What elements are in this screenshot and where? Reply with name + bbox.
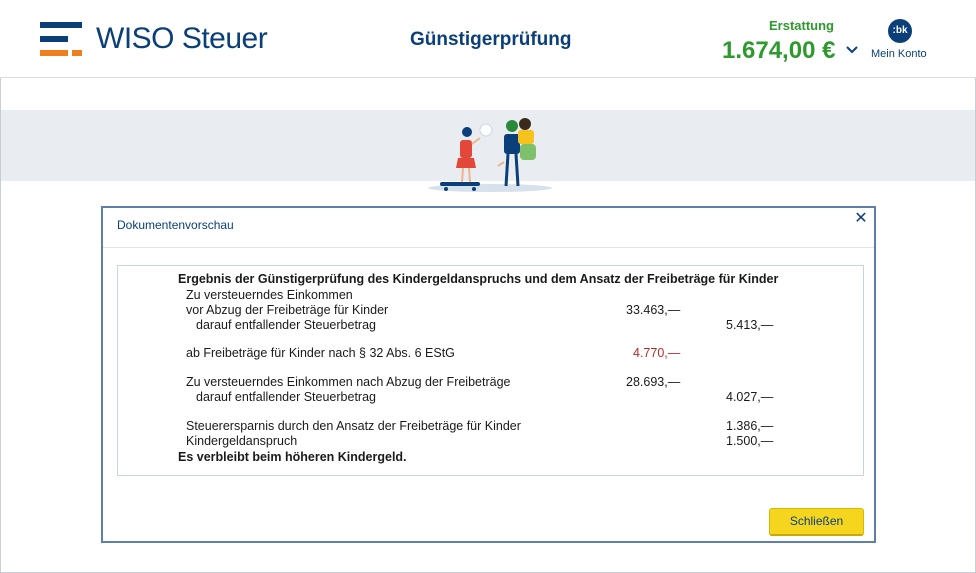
row-label: darauf entfallender Steuerbetrag [196,390,376,404]
row-value-negative: 4.770,— [633,346,681,360]
children-illustration [428,118,552,192]
close-icon[interactable]: ✕ [853,211,869,227]
top-header: WISO Steuer Günstigerprüfung Erstattung … [0,0,976,78]
refund-amount: 1.674,00 € [722,37,836,64]
row-value: 5.413,— [726,318,774,332]
chevron-down-icon[interactable] [845,44,859,56]
result-text: Es verbleibt beim höheren Kindergeld. [178,450,407,464]
document-heading: Ergebnis der Günstigerprüfung des Kinder… [178,272,779,286]
page-title: Günstigerprüfung [410,29,572,50]
wiso-logo-icon[interactable] [40,22,84,58]
row-label: Steuerersparnis durch den Ansatz der Fre… [186,419,521,433]
avatar[interactable]: :bk [888,19,912,43]
row-value: 33.463,— [626,303,681,317]
row-label: Kindergeldanspruch [186,434,298,448]
row-value: 1.386,— [726,419,774,433]
row-value: 1.500,— [726,434,774,448]
row-label: Zu versteuerndes Einkommen nach Abzug de… [186,375,511,389]
dialog-header: Dokumentenvorschau ✕ [103,208,874,248]
dialog-title: Dokumentenvorschau [117,218,234,232]
document-preview: Ergebnis der Günstigerprüfung des Kinder… [117,265,864,476]
row-value: 4.027,— [726,390,774,404]
document-preview-dialog: Dokumentenvorschau ✕ Ergebnis der Günsti… [101,206,876,543]
row-value: 28.693,— [626,375,681,389]
row-label: ab Freibeträge für Kinder nach § 32 Abs.… [186,346,455,360]
account-link[interactable]: Mein Konto [871,48,927,60]
logo-text[interactable]: WISO Steuer [96,22,268,56]
row-label: darauf entfallender Steuerbetrag [196,318,376,332]
refund-label: Erstattung [769,18,834,33]
row-label: vor Abzug der Freibeträge für Kinder [186,303,389,317]
close-button[interactable]: Schließen [769,508,864,536]
row-label: Zu versteuerndes Einkommen [186,288,353,302]
